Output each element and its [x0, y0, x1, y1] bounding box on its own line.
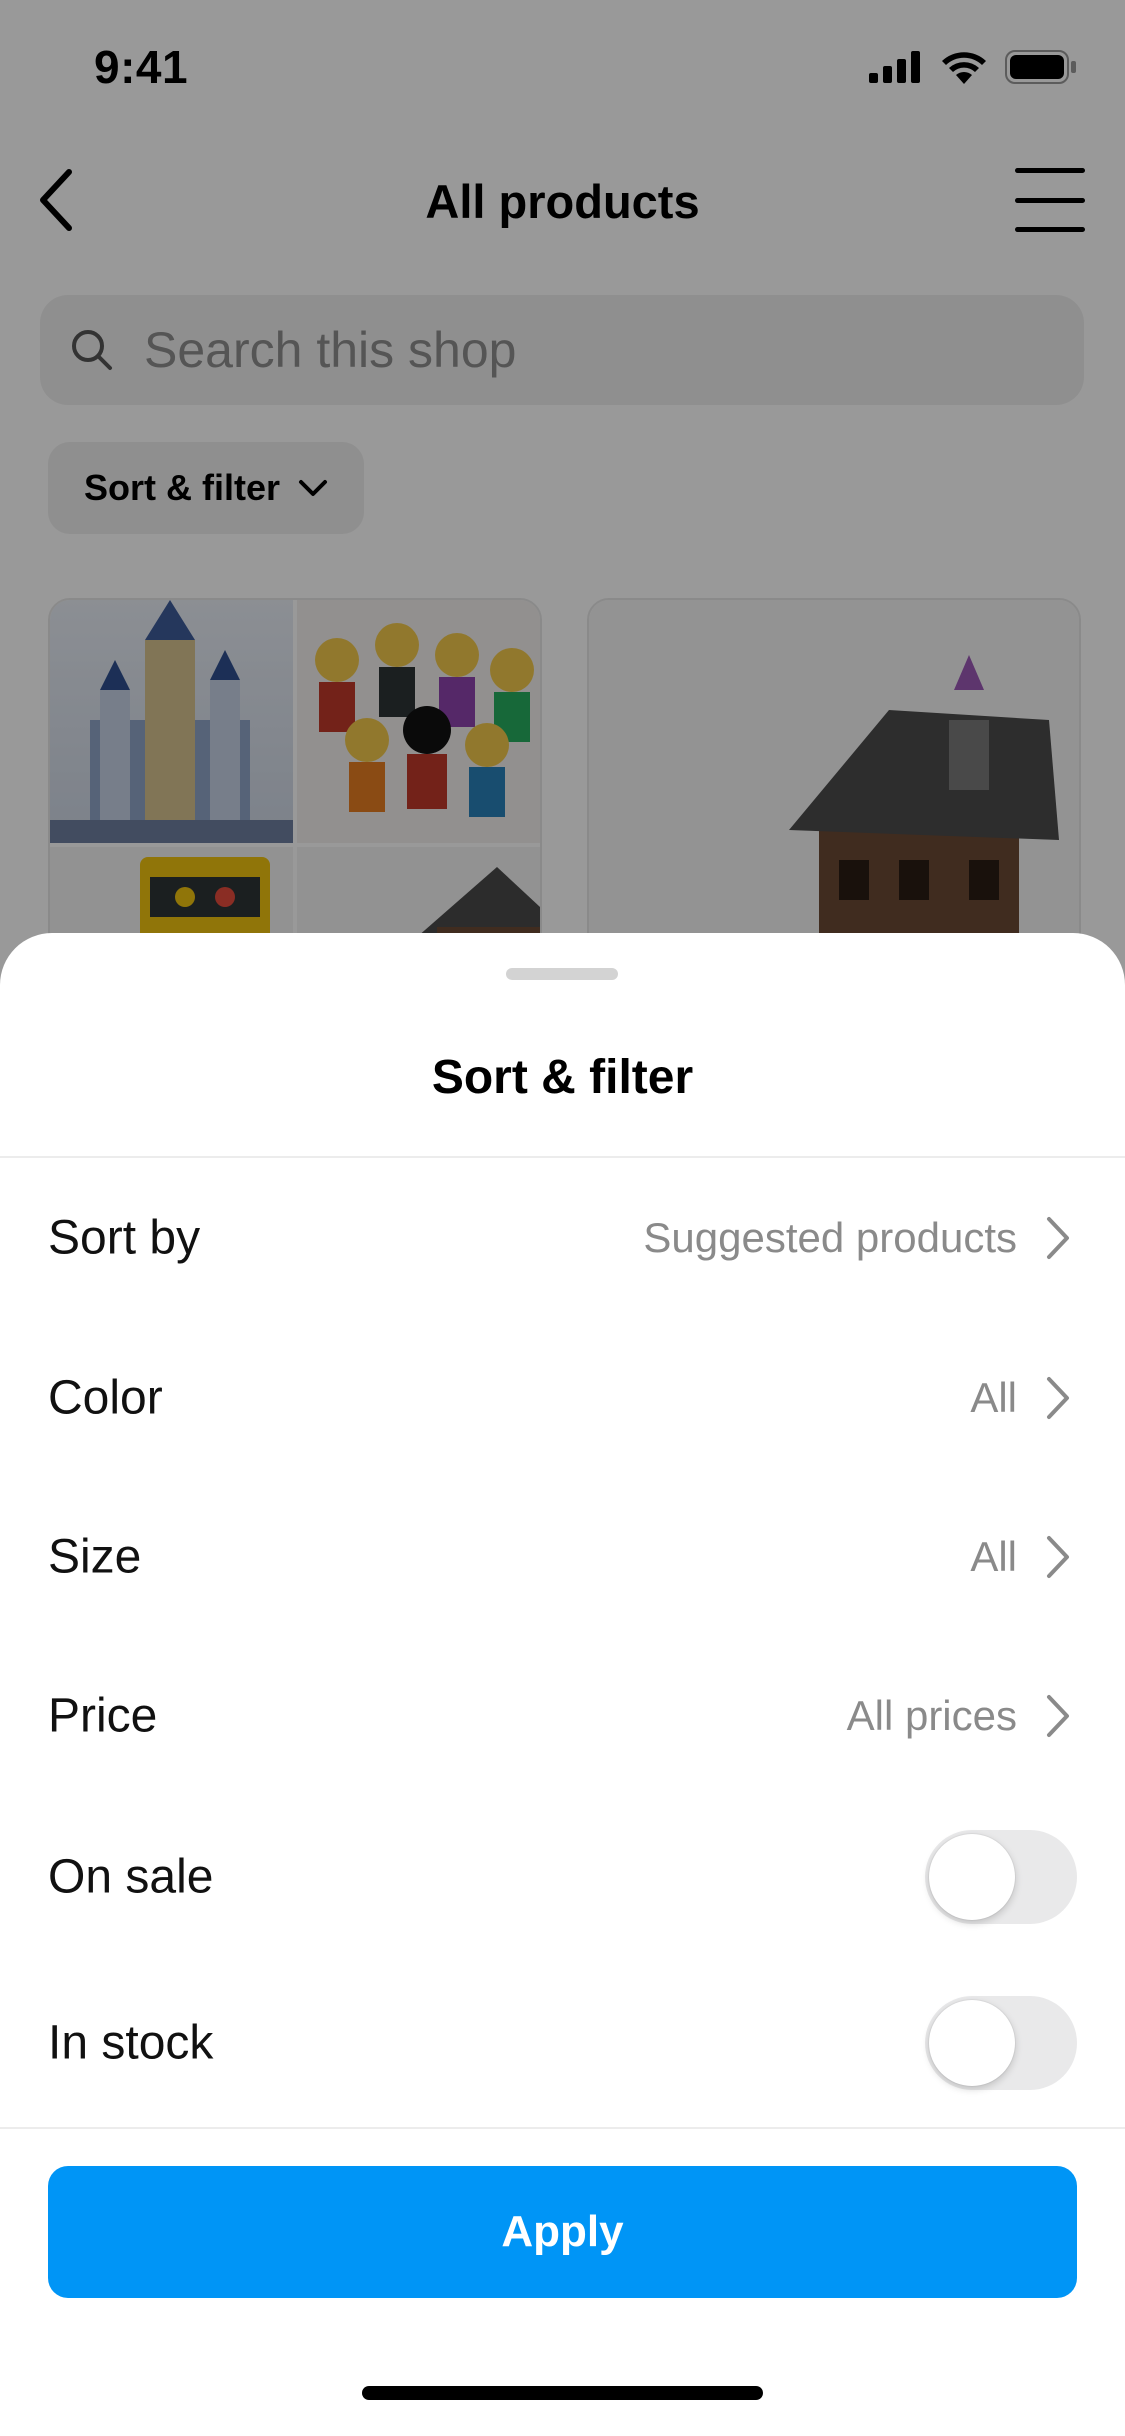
row-label: Sort by	[48, 1211, 201, 1265]
chevron-right-icon	[1047, 1695, 1069, 1737]
row-label: In stock	[48, 2016, 214, 2070]
row-value: All prices	[846, 1692, 1017, 1739]
on-sale-toggle[interactable]	[925, 1830, 1077, 1924]
in-stock-toggle[interactable]	[925, 1996, 1077, 2090]
row-label: Color	[48, 1371, 163, 1425]
chevron-right-icon	[1047, 1217, 1069, 1259]
chevron-right-icon	[1047, 1536, 1069, 1578]
toggle-knob	[929, 2000, 1015, 2086]
in-stock-row: In stock	[0, 1963, 1125, 2123]
color-row[interactable]: Color All	[0, 1318, 1125, 1478]
toggle-knob	[929, 1834, 1015, 1920]
sheet-title: Sort & filter	[431, 1051, 694, 1104]
row-value: All	[970, 1533, 1017, 1580]
row-value: Suggested products	[643, 1214, 1017, 1261]
row-label: Size	[48, 1530, 142, 1584]
home-indicator	[362, 2386, 763, 2400]
row-label: On sale	[48, 1850, 214, 1904]
row-value: All	[970, 1374, 1017, 1421]
apply-button[interactable]: Apply	[48, 2166, 1077, 2298]
sort-by-row[interactable]: Sort by Suggested products	[0, 1158, 1125, 1318]
size-row[interactable]: Size All	[0, 1477, 1125, 1637]
sheet-grabber[interactable]	[506, 968, 618, 980]
price-row[interactable]: Price All prices	[0, 1636, 1125, 1796]
row-label: Price	[48, 1689, 158, 1743]
sort-filter-sheet: Sort & filter Sort by Suggested products…	[0, 933, 1125, 2436]
divider	[0, 2127, 1125, 2129]
on-sale-row: On sale	[0, 1797, 1125, 1957]
chevron-right-icon	[1047, 1377, 1069, 1419]
